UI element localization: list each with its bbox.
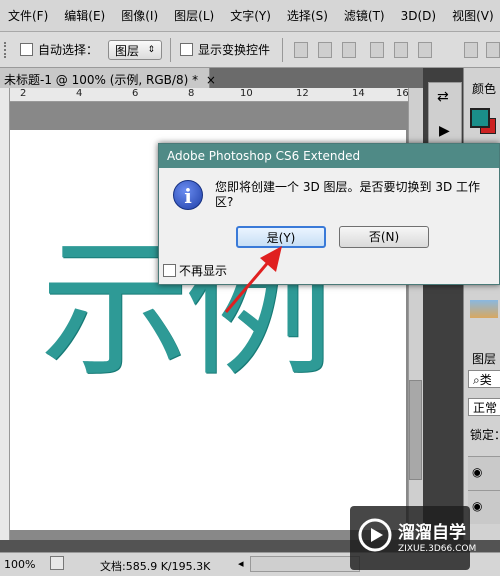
close-icon[interactable]: × xyxy=(206,73,216,87)
align-hcenter-icon[interactable] xyxy=(394,42,408,58)
layer-kind-filter[interactable]: ⌕类 xyxy=(468,370,500,388)
menu-bar: 文件(F) 编辑(E) 图像(I) 图层(L) 文字(Y) 选择(S) 滤镜(T… xyxy=(0,0,500,32)
search-icon: ⌕ xyxy=(473,373,480,387)
ruler-mark: 16 xyxy=(396,88,409,99)
menu-filter[interactable]: 滤镜(T) xyxy=(336,7,393,24)
blend-mode-value: 正常 xyxy=(473,401,498,415)
options-bar: 自动选择： 图层 ⇕ 显示变换控件 xyxy=(0,32,500,68)
auto-select-label: 自动选择： xyxy=(38,43,99,57)
align-right-icon[interactable] xyxy=(418,42,432,58)
ruler-mark: 14 xyxy=(352,88,365,99)
horizontal-scrollbar[interactable] xyxy=(250,556,360,572)
menu-type[interactable]: 文字(Y) xyxy=(222,7,279,24)
menu-layer[interactable]: 图层(L) xyxy=(166,7,222,24)
menu-image[interactable]: 图像(I) xyxy=(113,7,166,24)
lock-label: 锁定： xyxy=(470,428,500,442)
auto-select-checkbox[interactable] xyxy=(20,43,33,56)
dont-show-again-checkbox[interactable] xyxy=(163,264,176,277)
ruler-mark: 10 xyxy=(240,88,253,99)
ruler-mark: 4 xyxy=(76,88,83,99)
layer-row[interactable]: ◉ xyxy=(468,490,500,524)
vertical-ruler xyxy=(0,88,10,540)
watermark-url: ZIXUE.3D66.COM xyxy=(398,544,477,554)
menu-edit[interactable]: 编辑(E) xyxy=(56,7,113,24)
tab-layers[interactable]: 图层 xyxy=(472,350,496,367)
tab-color[interactable]: 颜色 xyxy=(472,80,496,97)
align-bottom-icon[interactable] xyxy=(342,42,356,58)
document-tab[interactable]: 未标题-1 @ 100% (示例, RGB/8) * × xyxy=(0,68,216,88)
divider xyxy=(282,38,283,62)
grip-handle[interactable] xyxy=(4,42,10,58)
dialog-title: Adobe Photoshop CS6 Extended xyxy=(159,144,499,168)
distribute-vcenter-icon[interactable] xyxy=(486,42,500,58)
blend-mode-dropdown[interactable]: 正常 xyxy=(468,398,500,416)
align-top-icon[interactable] xyxy=(294,42,308,58)
history-icon[interactable]: ⇄ xyxy=(437,89,449,105)
foreground-color-swatch[interactable] xyxy=(470,108,490,128)
horizontal-ruler: 2 4 6 8 10 12 14 16 xyxy=(10,88,409,102)
menu-3d[interactable]: 3D(D) xyxy=(393,9,444,23)
menu-file[interactable]: 文件(F) xyxy=(0,7,56,24)
show-transform-checkbox[interactable] xyxy=(180,43,193,56)
vertical-scroll-thumb[interactable] xyxy=(409,380,422,480)
ruler-mark: 6 xyxy=(132,88,139,99)
eye-icon[interactable]: ◉ xyxy=(472,499,482,513)
align-vcenter-icon[interactable] xyxy=(318,42,332,58)
divider xyxy=(170,38,171,62)
eye-icon[interactable]: ◉ xyxy=(472,465,482,479)
menu-select[interactable]: 选择(S) xyxy=(279,7,336,24)
dont-show-again-option[interactable]: 不再显示 xyxy=(163,262,227,279)
dialog-message: 您即将创建一个 3D 图层。是否要切换到 3D 工作区? xyxy=(215,180,481,209)
layer-row[interactable]: ◉ xyxy=(468,456,500,490)
layer-select-dropdown[interactable]: 图层 ⇕ xyxy=(108,40,162,60)
document-size: 文档:585.9 K/195.3K xyxy=(100,560,211,573)
ruler-mark: 2 xyxy=(20,88,27,99)
show-transform-label: 显示变换控件 xyxy=(198,43,271,57)
layer-select-value: 图层 xyxy=(115,43,140,58)
info-icon: i xyxy=(173,180,203,210)
export-icon[interactable] xyxy=(50,556,64,570)
watermark-brand: 溜溜自学 xyxy=(398,523,466,543)
document-tab-title: 未标题-1 @ 100% (示例, RGB/8) * xyxy=(4,73,199,87)
panel-icon-buttons[interactable]: ⇄ ▶ xyxy=(428,82,462,152)
watermark: 溜溜自学 ZIXUE.3D66.COM xyxy=(350,506,476,570)
play-icon[interactable]: ▶ xyxy=(439,123,450,139)
distribute-top-icon[interactable] xyxy=(464,42,478,58)
landscape-thumbnail-icon xyxy=(470,300,498,318)
right-panel: 颜色 图层 ⌕类 正常 锁定： ◉ ◉ xyxy=(463,68,500,540)
confirm-dialog: Adobe Photoshop CS6 Extended i 您即将创建一个 3… xyxy=(158,143,500,285)
menu-view[interactable]: 视图(V) xyxy=(444,7,500,24)
chevron-updown-icon: ⇕ xyxy=(147,45,155,55)
zoom-level[interactable]: 100% xyxy=(4,558,35,571)
watermark-logo-icon xyxy=(358,518,392,552)
red-arrow-icon xyxy=(224,246,282,313)
ruler-mark: 8 xyxy=(188,88,195,99)
kind-filter-label: 类 xyxy=(479,373,492,387)
no-button[interactable]: 否(N) xyxy=(339,226,429,248)
scroll-left-icon[interactable]: ◂ xyxy=(238,557,244,570)
align-left-icon[interactable] xyxy=(370,42,384,58)
ruler-mark: 12 xyxy=(296,88,309,99)
